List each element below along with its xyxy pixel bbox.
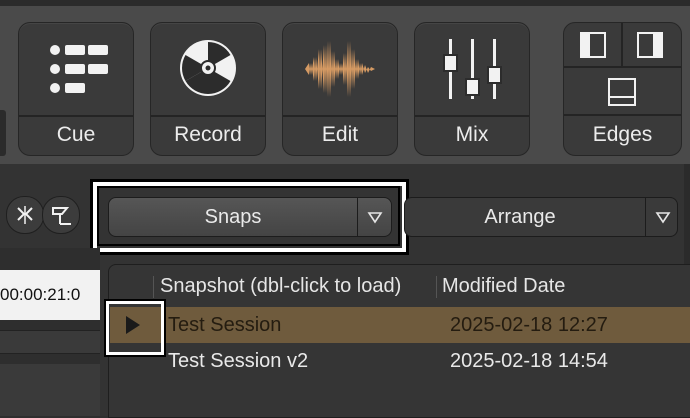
timecode-display: 00:00:21:0	[0, 270, 100, 320]
chevron-down-icon[interactable]	[655, 209, 671, 225]
right-panel-icon	[637, 32, 663, 58]
button-divider	[151, 115, 265, 117]
flag-marker-icon[interactable]	[42, 196, 80, 234]
cue-label: Cue	[56, 123, 96, 146]
column-separator	[153, 276, 154, 298]
column-separator	[436, 276, 437, 298]
snapshot-row[interactable]: Test Session 2025-02-18 12:27	[110, 307, 690, 343]
record-reel-icon	[151, 23, 265, 115]
edit-label: Edit	[321, 123, 359, 146]
snaps-tab-highlight-inner	[97, 186, 400, 246]
toolbar-top-edge	[0, 0, 690, 6]
timecode-text: 00:00:21:0	[0, 285, 81, 304]
cue-button[interactable]: Cue	[18, 22, 134, 156]
snapshot-date: 2025-02-18 12:27	[450, 314, 608, 336]
cue-list-icon	[19, 23, 133, 115]
record-button[interactable]: Record	[150, 22, 266, 156]
edit-button[interactable]: Edit	[282, 22, 398, 156]
record-label: Record	[174, 123, 242, 146]
edges-layout-icons	[564, 23, 681, 116]
column-header-snapshot[interactable]: Snapshot (dbl-click to load)	[160, 275, 401, 298]
timeline-track-strip	[0, 330, 100, 354]
left-edge-button	[0, 110, 6, 156]
mix-label: Mix	[455, 123, 489, 146]
arrange-label: Arrange	[484, 206, 556, 228]
tab-arrange[interactable]: Arrange	[404, 197, 678, 237]
faders-icon	[415, 23, 529, 115]
button-divider	[415, 115, 529, 117]
bottom-panel-icon	[608, 78, 636, 106]
snapshot-date: 2025-02-18 14:54	[450, 350, 608, 372]
snapshot-name: Test Session	[168, 314, 282, 336]
left-panel-icon	[580, 32, 606, 58]
timeline-track	[0, 364, 100, 416]
button-divider	[19, 115, 133, 117]
snapshot-name: Test Session v2	[168, 350, 309, 372]
edges-label: Edges	[592, 123, 653, 146]
collapse-icon[interactable]	[6, 196, 44, 234]
tab-divider	[645, 198, 646, 236]
mix-button[interactable]: Mix	[414, 22, 530, 156]
waveform-icon	[283, 23, 397, 115]
snapshot-row[interactable]: Test Session v2 2025-02-18 14:54	[110, 343, 690, 379]
edges-button[interactable]: Edges	[563, 22, 682, 156]
play-icon[interactable]	[126, 316, 140, 334]
button-divider	[283, 115, 397, 117]
column-header-modified-date[interactable]: Modified Date	[442, 275, 565, 298]
